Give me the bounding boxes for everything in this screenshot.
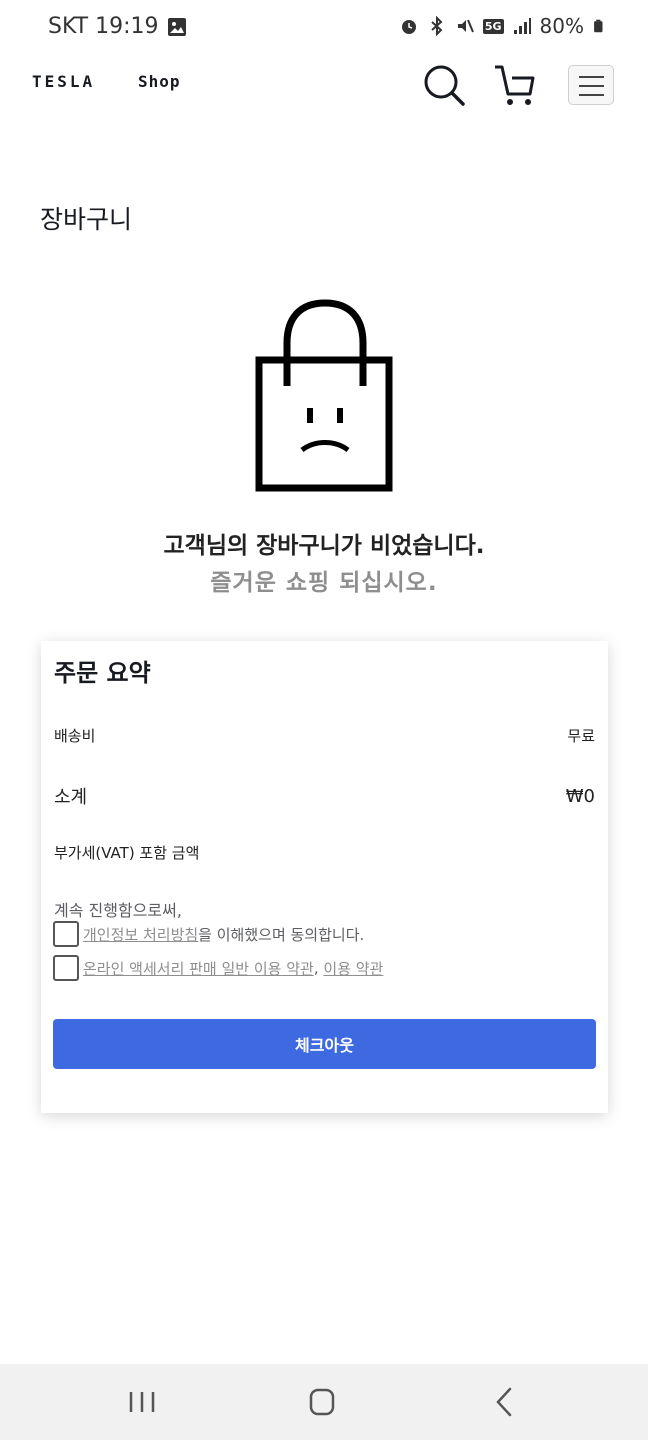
hamburger-menu-icon [579, 76, 604, 78]
back-icon[interactable] [484, 1384, 524, 1420]
android-navigation-bar [0, 1364, 648, 1440]
network-badge: 5G [482, 18, 504, 34]
sad-bag-icon [255, 299, 393, 492]
privacy-agreement-text: 을 이해했으며 동의합니다. [198, 925, 365, 944]
menu-button[interactable] [568, 65, 614, 105]
terms-agreement-row: 온라인 액세서리 판매 일반 이용 약관 , 이용 약관 [53, 955, 383, 981]
terms-of-use-link[interactable]: 이용 약관 [323, 958, 383, 979]
checkout-button[interactable]: 체크아웃 [53, 1019, 596, 1069]
privacy-checkbox[interactable] [53, 921, 79, 947]
terms-separator: , [313, 959, 324, 977]
shipping-label: 배송비 [54, 727, 96, 745]
battery-text: 80% [539, 14, 584, 38]
privacy-agreement-row: 개인정보 처리방침 을 이해했으며 동의합니다. [53, 921, 364, 947]
battery-icon [594, 19, 603, 33]
continue-text: 계속 진행함으로써, [54, 901, 182, 920]
alarm-icon [401, 20, 416, 34]
shipping-row: 배송비 무료 [54, 725, 595, 746]
subtotal-row: 소계 ₩0 [54, 783, 595, 809]
status-right: 5G 80% [399, 14, 606, 38]
hamburger-menu-icon-line [579, 85, 604, 87]
empty-cart-message: 고객님의 장바구니가 비었습니다. [163, 533, 485, 559]
privacy-policy-link[interactable]: 개인정보 처리방침 [83, 924, 198, 945]
tesla-logo[interactable]: TESLA [32, 72, 95, 91]
terms-checkbox[interactable] [53, 955, 79, 981]
shipping-value: 무료 [567, 727, 595, 745]
search-icon [424, 65, 465, 106]
cart-icon [495, 65, 535, 105]
hamburger-menu-icon-line [579, 94, 604, 96]
accessory-terms-link[interactable]: 온라인 액세서리 판매 일반 이용 약관 [83, 958, 314, 979]
vat-included-label: 부가세(VAT) 포함 금액 [54, 844, 200, 862]
recents-icon[interactable] [122, 1384, 162, 1420]
cart-button[interactable] [492, 62, 538, 108]
bluetooth-icon [431, 16, 443, 36]
page-title: 장바구니 [40, 205, 133, 234]
gallery-icon [167, 17, 186, 36]
mute-icon [457, 19, 474, 33]
order-summary-card: 주문 요약 배송비 무료 소계 ₩0 부가세(VAT) 포함 금액 계속 진행함… [41, 641, 608, 1113]
empty-cart-subtitle: 즐거운 쇼핑 되십시오. [210, 570, 438, 596]
status-left: SKT 19:19 [48, 14, 187, 39]
top-navigation: TESLA Shop [0, 56, 648, 116]
order-summary-title: 주문 요약 [54, 659, 151, 687]
home-icon[interactable] [302, 1384, 342, 1420]
subtotal-label: 소계 [54, 787, 88, 808]
signal-icon [513, 18, 531, 34]
status-bar: SKT 19:19 5G 80% [0, 0, 648, 56]
subtotal-value: ₩0 [565, 785, 595, 807]
search-button[interactable] [421, 62, 467, 108]
carrier-time: SKT 19:19 [48, 14, 159, 39]
shop-link[interactable]: Shop [138, 72, 181, 91]
